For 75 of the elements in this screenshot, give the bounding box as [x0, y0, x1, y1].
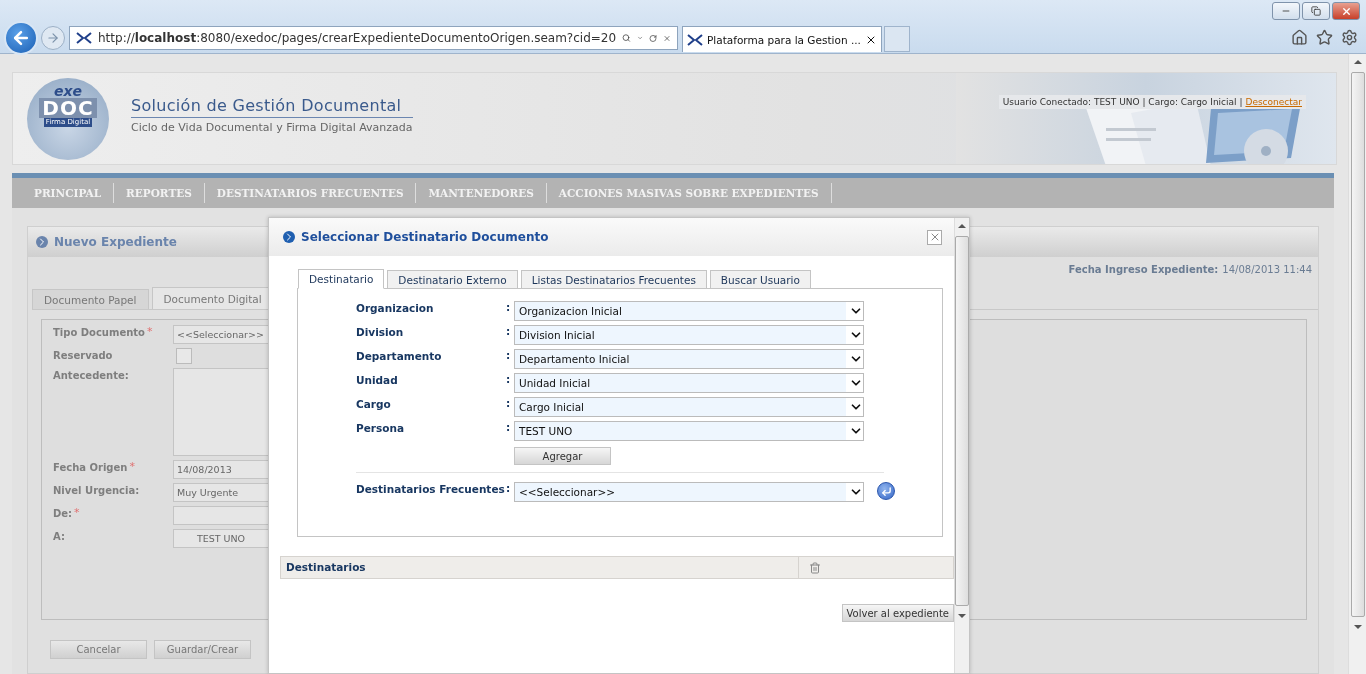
enter-button[interactable]: [877, 482, 895, 500]
site-subtitle: Ciclo de Vida Documental y Firma Digital Avanzada: [131, 120, 413, 134]
select-field[interactable]: <<Seleccionar>>: [173, 325, 268, 344]
field-label: Fecha Origen: [53, 461, 128, 473]
date-label: Fecha Ingreso Expediente:: [1068, 264, 1219, 275]
star-icon[interactable]: [1316, 29, 1333, 46]
select-field[interactable]: Departamento Inicial: [514, 349, 864, 369]
address-bar[interactable]: http://localhost:8080/exedoc/pages/crearExpedienteDocumentoOrigen.seam?cid=20: [69, 26, 678, 50]
colon: :: [506, 397, 512, 409]
return-arrow-icon: [880, 485, 892, 497]
field-label: Tipo Documento: [53, 326, 145, 338]
date-value: 14/08/2013 11:44: [1222, 264, 1312, 275]
tab[interactable]: Destinatario Externo: [387, 270, 518, 288]
colon: :: [506, 349, 512, 361]
field-label: Persona: [356, 421, 406, 434]
close-button[interactable]: [1332, 2, 1360, 20]
field-label: Cargo: [356, 397, 392, 410]
forward-button[interactable]: [41, 26, 65, 50]
panel-title: Nuevo Expediente: [54, 235, 177, 249]
required-mark: *: [146, 325, 153, 338]
arrow-left-icon: [11, 28, 31, 48]
field-label: A:: [53, 530, 65, 542]
colon: :: [506, 325, 512, 337]
arrow-right-icon: [46, 31, 60, 45]
minimize-button[interactable]: [1272, 2, 1300, 20]
settings-icon[interactable]: [1341, 29, 1358, 46]
field-label: Reservado: [53, 349, 113, 361]
page-icon: [687, 32, 703, 47]
page-icon: [76, 31, 92, 45]
select-field[interactable]: Muy Urgente: [173, 483, 268, 502]
select-field[interactable]: TEST UNO: [514, 421, 864, 441]
select-field[interactable]: Division Inicial: [514, 325, 864, 345]
recipient-field: TEST UNO: [173, 529, 268, 548]
input-field[interactable]: [173, 506, 268, 525]
field-label: Organizacion: [356, 301, 435, 314]
colon: :: [506, 421, 512, 433]
restore-button[interactable]: [1302, 2, 1330, 20]
site-title: Solución de Gestión Documental: [131, 95, 413, 118]
input-field[interactable]: 14/08/2013: [173, 460, 268, 479]
dialog-title: Seleccionar Destinatario Documento: [301, 230, 550, 244]
colon: :: [506, 373, 512, 385]
back-button[interactable]: [4, 21, 38, 55]
colon: :: [506, 482, 512, 494]
field-label: Destinatarios Frecuentes: [356, 482, 506, 495]
select-field[interactable]: Unidad Inicial: [514, 373, 864, 393]
add-button[interactable]: Agregar: [514, 447, 611, 465]
bullet-icon: [36, 236, 48, 248]
field-label: Division: [356, 325, 405, 338]
column-header: Destinatarios: [281, 557, 799, 578]
browser-tab[interactable]: Plataforma para la Gestion ...: [682, 26, 882, 52]
required-mark: *: [74, 506, 80, 519]
close-button[interactable]: [927, 229, 942, 245]
bullet-icon: [283, 231, 295, 243]
select-field[interactable]: <<Seleccionar>>: [514, 482, 864, 502]
scrollbar[interactable]: [954, 218, 969, 673]
select-field[interactable]: Cargo Inicial: [514, 397, 864, 417]
field-label: De:: [53, 507, 73, 519]
tab[interactable]: Listas Destinatarios Frecuentes: [520, 270, 707, 288]
tab[interactable]: Buscar Usuario: [709, 270, 811, 288]
colon: :: [506, 301, 512, 313]
close-icon: [1340, 5, 1352, 17]
scrollbar[interactable]: [1348, 54, 1366, 674]
search-icon[interactable]: [622, 31, 631, 45]
select-field[interactable]: Organizacion Inicial: [514, 301, 864, 321]
field-label: Nivel Urgencia:: [53, 484, 140, 496]
back-button[interactable]: Volver al expediente: [841, 604, 954, 622]
field-label: Departamento: [356, 349, 443, 362]
field-label: Unidad: [356, 373, 399, 386]
required-mark: *: [129, 460, 135, 473]
home-icon[interactable]: [1291, 29, 1308, 46]
restore-icon: [1311, 6, 1321, 16]
user-info: Usuario Conectado: TEST UNO | Cargo: Cargo Inicial |: [1002, 97, 1243, 107]
checkbox[interactable]: [176, 348, 192, 364]
tab[interactable]: Destinatario: [298, 269, 385, 289]
field-label: Antecedente:: [53, 369, 129, 381]
